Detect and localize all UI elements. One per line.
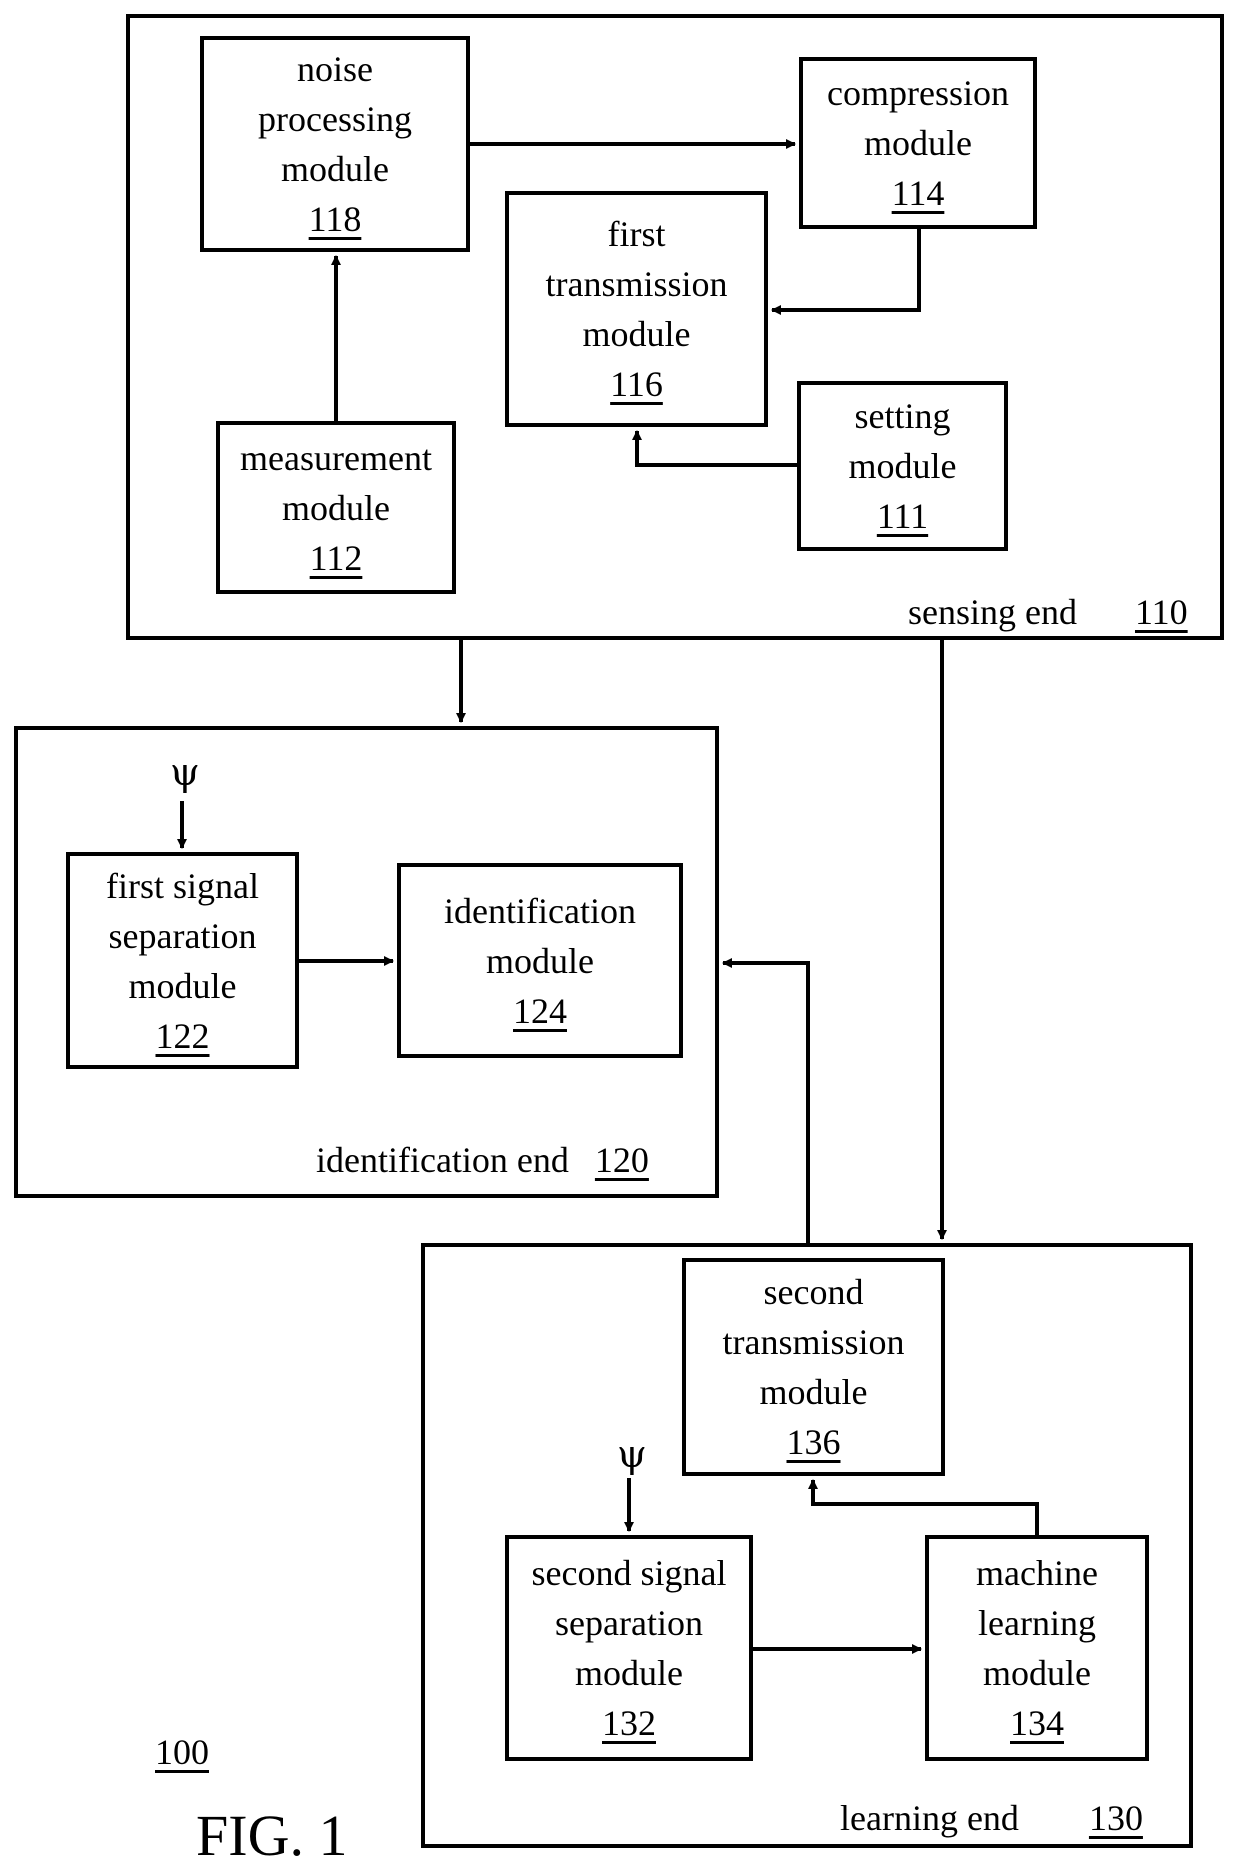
module-label-line: module: [983, 1653, 1091, 1693]
module-label-line: module: [281, 149, 389, 189]
module-label-line: module: [486, 940, 594, 981]
sensing-end-ref: 110: [1134, 592, 1188, 632]
module-label-line: transmission: [545, 264, 728, 304]
measurement-module: measurement module 112: [216, 421, 456, 594]
module-label-line: first: [607, 214, 666, 254]
psi-symbol-learning: ψ: [617, 1432, 647, 1476]
module-ref: 122: [155, 1015, 210, 1056]
module-label-line: setting: [854, 396, 951, 436]
psi-symbol-identification: ψ: [170, 750, 200, 794]
sensing-end-title: sensing end: [908, 592, 1077, 632]
system-ref-label: 100: [155, 1732, 209, 1772]
module-label-line: second: [763, 1272, 864, 1312]
compression-module: compression module 114: [799, 57, 1037, 229]
module-label-line: module: [848, 446, 957, 486]
first-signal-separation-module: first signal separation module 122: [66, 852, 299, 1069]
identification-end-title: identification end: [316, 1140, 569, 1180]
first-transmission-module: first transmission module 116: [505, 191, 768, 427]
arrow-learning-to-identification: [722, 958, 810, 1243]
learning-end-title: learning end: [840, 1798, 1019, 1838]
identification-end-ref: 120: [594, 1140, 649, 1180]
module-label-line: transmission: [722, 1322, 905, 1362]
module-label-line: learning: [978, 1603, 1096, 1643]
module-ref: 124: [513, 990, 567, 1031]
module-label-line: module: [282, 487, 390, 528]
module-ref: 134: [1010, 1703, 1064, 1743]
module-label-line: identification: [444, 890, 636, 931]
second-signal-separation-module: second signal separation module 132: [505, 1535, 753, 1761]
module-label-line: separation: [108, 915, 257, 956]
module-ref: 112: [309, 537, 363, 578]
module-label-line: module: [759, 1372, 868, 1412]
identification-module: identification module 124: [397, 863, 683, 1058]
module-ref: 132: [602, 1703, 656, 1743]
module-label-line: noise: [297, 49, 373, 89]
module-ref: 111: [876, 496, 929, 536]
system-ref: 100: [155, 1732, 209, 1772]
module-label-line: module: [582, 314, 691, 354]
module-ref: 116: [610, 364, 663, 404]
module-label-line: machine: [976, 1553, 1098, 1593]
setting-module: setting module 111: [797, 381, 1008, 551]
second-transmission-module: second transmission module 136: [682, 1258, 945, 1476]
identification-end-label: identification end 120: [316, 1140, 649, 1180]
module-label-line: first signal: [106, 865, 259, 906]
learning-end-label: learning end 130: [840, 1798, 1143, 1838]
module-label-line: processing: [258, 99, 412, 139]
module-ref: 136: [786, 1422, 841, 1462]
module-label-line: second signal: [531, 1553, 727, 1593]
module-label-line: measurement: [240, 437, 432, 478]
learning-end-ref: 130: [1088, 1798, 1143, 1838]
module-label-line: separation: [555, 1603, 703, 1643]
module-ref: 118: [308, 199, 362, 239]
module-label-line: module: [575, 1653, 683, 1693]
module-label-line: compression: [827, 73, 1009, 113]
module-label-line: module: [864, 123, 972, 163]
machine-learning-module: machine learning module 134: [925, 1535, 1149, 1761]
module-label-line: module: [128, 965, 237, 1006]
noise-processing-module: noise processing module 118: [200, 36, 470, 252]
module-ref: 114: [891, 173, 945, 213]
figure-title: FIG. 1: [196, 1803, 348, 1868]
sensing-end-label: sensing end 110: [908, 592, 1188, 632]
